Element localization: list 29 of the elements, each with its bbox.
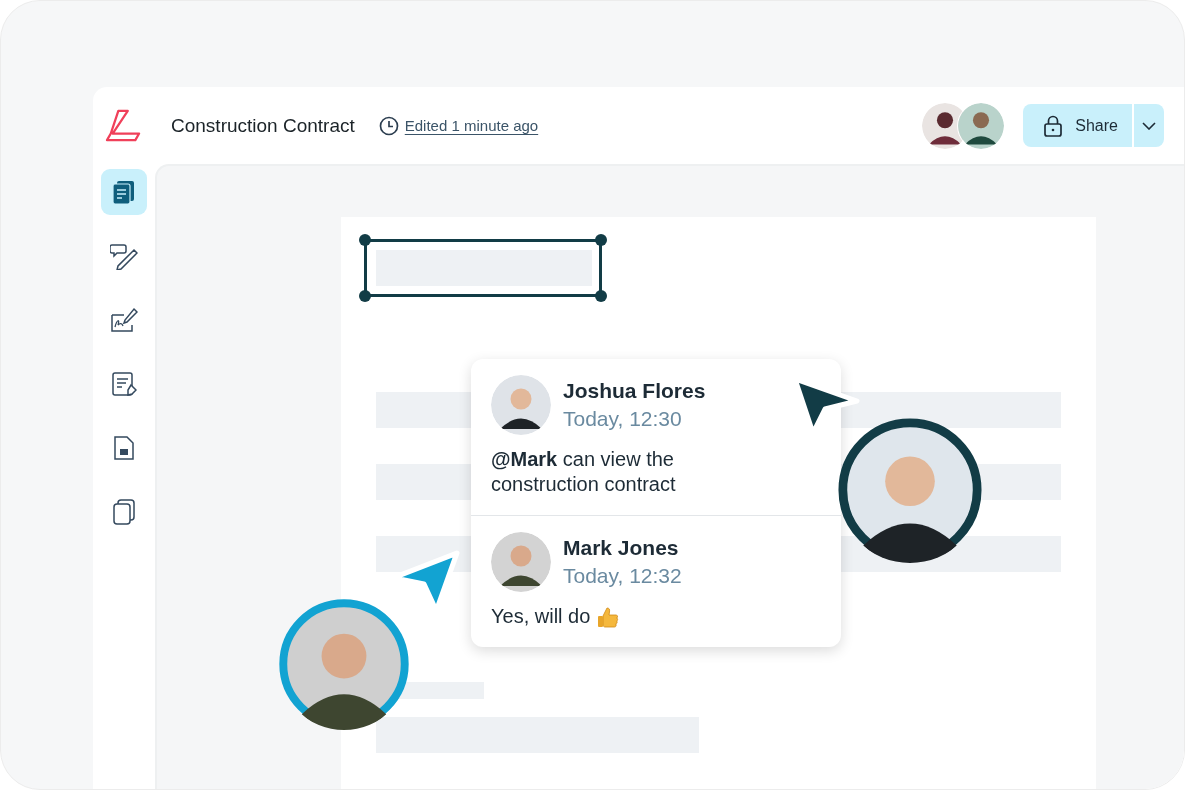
comment-author: Mark Jones [563,536,680,560]
selection-frame[interactable] [364,239,602,297]
document-title: Construction Contract [171,114,355,137]
share-button[interactable]: Share [1023,104,1132,147]
file-icon [113,435,135,461]
sidebar-item[interactable] [101,169,147,215]
comment-time: Today, 12:30 [563,407,683,431]
resize-handle[interactable] [359,290,371,302]
notes-icon [111,179,137,205]
dropdown-button[interactable] [1132,104,1164,147]
comment-text: Yes, will do [491,604,591,629]
resize-handle[interactable] [359,234,371,246]
signature-icon [110,307,138,333]
resize-handle[interactable] [595,290,607,302]
comment-author: Joshua Flores [563,379,706,403]
comment-pencil-icon [110,242,138,270]
avatar [491,375,551,435]
copy-icon [112,498,136,526]
avatar [491,532,551,592]
resize-handle[interactable] [595,234,607,246]
caret-icon [1142,121,1156,130]
comment-time: Today, 12:32 [563,564,682,588]
logo-icon [105,108,143,143]
lock-icon [1043,114,1064,137]
document-pencil-icon [111,371,137,397]
clock-icon [378,115,399,136]
avatar [957,101,1006,150]
edited-link[interactable]: Edited 1 minute ago [404,117,539,134]
comment-text: @Mark can view the construction contract [491,447,677,497]
